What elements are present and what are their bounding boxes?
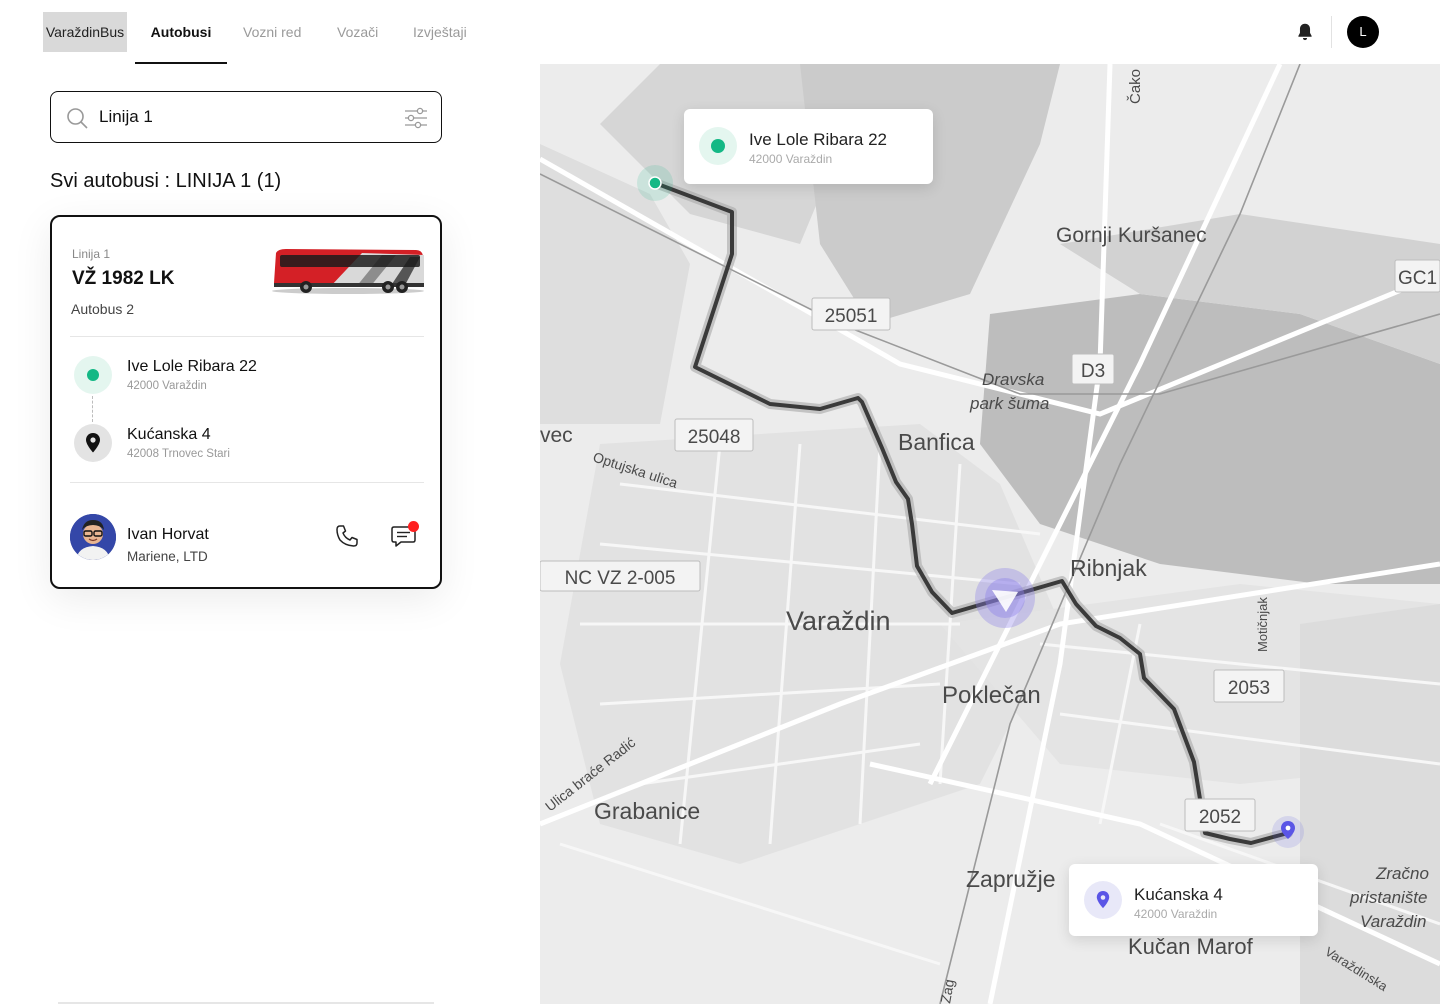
- map-label-kucan: Kučan Marof: [1128, 934, 1254, 959]
- map-view[interactable]: 25051 D3 25048 NC VZ 2-005 2053 2052 GC1…: [540, 64, 1440, 1004]
- tab-autobusi[interactable]: Autobusi: [135, 0, 227, 64]
- bus-card[interactable]: Linija 1 VŽ 1982 LK Autobus 2 Ive Lole R…: [50, 215, 442, 589]
- popup-end-address: 42000 Varaždin: [1134, 907, 1218, 921]
- brand-logo[interactable]: VaraždinBus: [43, 12, 127, 52]
- search-input[interactable]: [99, 104, 389, 130]
- map-label-motic: Motičnjak: [1255, 597, 1270, 652]
- driver-name: Ivan Horvat: [127, 526, 209, 543]
- route-connector: [92, 396, 93, 422]
- map-label-pristaniste: pristanište: [1349, 888, 1427, 907]
- bus-line-label: Linija 1: [72, 247, 111, 261]
- map-label-r25048: 25048: [688, 427, 741, 448]
- map-label-r2053: 2053: [1228, 678, 1270, 699]
- bus-image: [272, 249, 424, 294]
- top-navigation: VaraždinBus Autobusi Vozni red Vozači Iz…: [0, 0, 1440, 64]
- start-stop-dot-icon: [74, 356, 112, 394]
- map-label-vec: vec: [540, 424, 573, 447]
- popup-start-name: Ive Lole Ribara 22: [749, 130, 887, 149]
- search-box: [50, 91, 442, 143]
- card-divider: [70, 336, 424, 337]
- map-canvas[interactable]: 25051 D3 25048 NC VZ 2-005 2053 2052 GC1…: [540, 64, 1440, 1004]
- bus-plate: VŽ 1982 LK: [72, 268, 175, 289]
- end-stop-address: 42008 Trnovec Stari: [127, 448, 230, 460]
- map-label-grabanice: Grabanice: [594, 798, 700, 824]
- map-label-ribnjak: Ribnjak: [1070, 555, 1147, 581]
- map-label-gc: GC1: [1398, 268, 1437, 289]
- card-divider: [70, 482, 424, 483]
- end-stop-popup[interactable]: Kućanska 4 42000 Varaždin: [1069, 864, 1318, 936]
- user-avatar[interactable]: L: [1347, 16, 1379, 48]
- map-label-ncvz: NC VZ 2-005: [565, 568, 676, 589]
- map-label-cako: Čako: [1127, 69, 1144, 104]
- bell-icon[interactable]: [1294, 21, 1316, 43]
- map-label-r25051: 25051: [825, 306, 878, 327]
- driver-avatar: [70, 514, 116, 560]
- nav-divider: [1331, 16, 1332, 48]
- map-label-banfica: Banfica: [898, 429, 975, 455]
- tab-vozaci[interactable]: Vozači: [337, 0, 378, 64]
- end-stop-pin-icon: [74, 424, 112, 462]
- map-label-r2052: 2052: [1199, 807, 1241, 828]
- driver-company: Mariene, LTD: [127, 549, 208, 564]
- popup-start-address: 42000 Varaždin: [749, 152, 833, 166]
- end-pin-icon: [1084, 881, 1122, 919]
- chat-notification-badge: [408, 521, 419, 532]
- start-marker-icon[interactable]: [648, 176, 662, 190]
- end-stop-name: Kućanska 4: [127, 426, 211, 443]
- map-label-gornji: Gornji Kuršanec: [1056, 224, 1207, 247]
- start-stop-address: 42000 Varaždin: [127, 380, 207, 392]
- map-label-airport-varazdin: Varaždin: [1360, 912, 1426, 931]
- tab-vozni-red[interactable]: Vozni red: [243, 0, 301, 64]
- bus-name: Autobus 2: [71, 301, 135, 317]
- map-label-zapruzje: Zapružje: [966, 866, 1055, 892]
- map-label-d3: D3: [1081, 361, 1105, 382]
- map-label-park: park šuma: [969, 394, 1049, 413]
- start-stop-popup[interactable]: Ive Lole Ribara 22 42000 Varaždin: [684, 109, 933, 184]
- map-label-dravska: Dravska: [982, 370, 1044, 389]
- phone-icon[interactable]: [334, 523, 360, 549]
- popup-end-name: Kućanska 4: [1134, 885, 1223, 904]
- map-label-varazdin: Varaždin: [786, 606, 891, 636]
- map-label-poklecan: Poklečan: [942, 682, 1041, 709]
- list-title: Svi autobusi : LINIJA 1 (1): [50, 170, 282, 192]
- tab-izvjestaji[interactable]: Izvještaji: [413, 0, 467, 64]
- search-icon: [67, 108, 88, 129]
- filter-icon[interactable]: [403, 106, 429, 130]
- map-label-zracno: Zračno: [1375, 864, 1429, 883]
- start-stop-name: Ive Lole Ribara 22: [127, 358, 257, 375]
- start-dot-icon: [699, 127, 737, 165]
